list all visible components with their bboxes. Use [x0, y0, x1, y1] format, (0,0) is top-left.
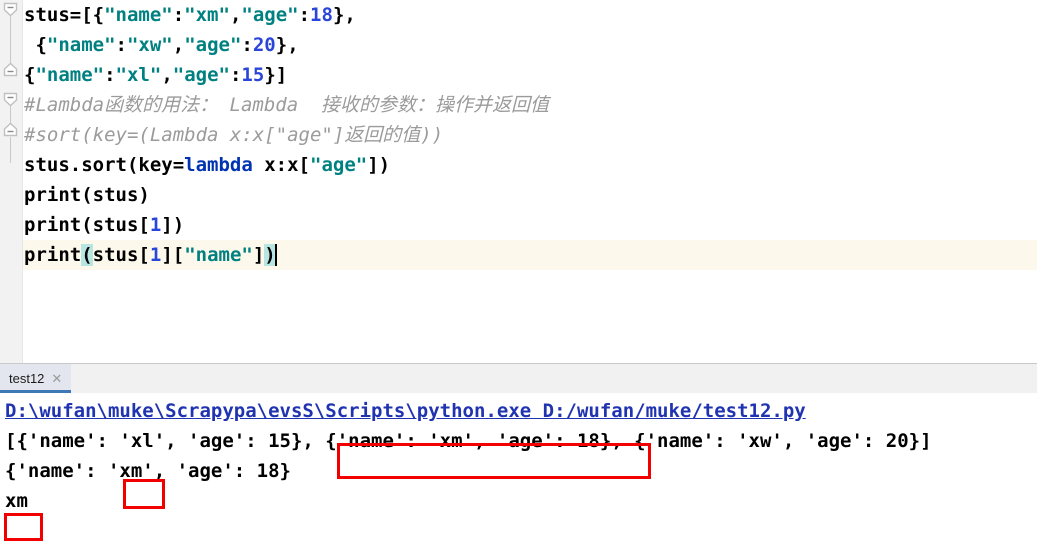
code-token: ,: [172, 34, 185, 56]
code-token: },: [275, 34, 299, 56]
code-token: :: [241, 34, 253, 56]
code-token: "name": [46, 34, 116, 56]
console-path-link[interactable]: D:\wufan\muke\Scrapypa\evsS\Scripts\pyth…: [5, 400, 806, 422]
code-token: (: [81, 244, 93, 266]
code-token: "age": [241, 4, 299, 26]
code-token: "age": [184, 34, 242, 56]
code-token: :: [115, 34, 127, 56]
code-token: #sort(key=(Lambda x:x["age"]返回的值)): [24, 124, 444, 146]
code-token: },: [332, 4, 356, 26]
line-1[interactable]: stus=[{"name":"xm","age":18},: [23, 0, 1037, 30]
code-token: 1: [149, 214, 162, 236]
code-token: x:x[: [252, 154, 310, 176]
fold-marker-end-region-2[interactable]: [3, 122, 18, 137]
code-token: stus=[{: [24, 4, 105, 26]
code-token: ,: [229, 4, 242, 26]
code-token: "name": [35, 64, 105, 86]
code-token: :: [172, 4, 185, 26]
code-token: print(stus[: [24, 214, 150, 236]
close-icon[interactable]: ✕: [51, 372, 62, 385]
console-output-name: xm: [5, 490, 28, 512]
line-7[interactable]: print(stus): [23, 180, 1037, 210]
code-token: print: [24, 244, 82, 266]
code-token: ]): [161, 214, 185, 236]
code-token: {: [24, 64, 36, 86]
console-tab-label: test12: [9, 371, 45, 386]
line-8[interactable]: print(stus[1]): [23, 210, 1037, 240]
code-lines-container[interactable]: stus=[{"name":"xm","age":18}, {"name":"x…: [0, 0, 1037, 363]
code-token: 15: [241, 64, 265, 86]
code-token: stus.sort(key=: [24, 154, 185, 176]
code-token: ,: [161, 64, 173, 86]
code-token: ]: [252, 244, 265, 266]
fold-marker-collapse-region-2[interactable]: [3, 92, 18, 107]
code-token: 18: [310, 4, 333, 26]
line-4[interactable]: #Lambda函数的用法： Lambda 接收的参数：操作并返回值: [23, 90, 1037, 120]
line-5[interactable]: #sort(key=(Lambda x:x["age"]返回的值)): [23, 120, 1037, 150]
code-token: "name": [184, 244, 253, 266]
code-token: {: [24, 34, 47, 56]
code-token: :: [298, 4, 311, 26]
code-token: #Lambda函数的用法： Lambda 接收的参数：操作并返回值: [24, 94, 550, 116]
console-tab-bar: test12 ✕: [0, 364, 1037, 394]
run-console-panel: test12 ✕ D:\wufan\muke\Scrapypa\evsS\Scr…: [0, 364, 1037, 551]
fold-marker-end-region-1[interactable]: [3, 62, 18, 77]
console-output-container[interactable]: D:\wufan\muke\Scrapypa\evsS\Scripts\pyth…: [0, 393, 1037, 551]
code-token: :: [229, 64, 242, 86]
line-2[interactable]: {"name":"xw","age":20},: [23, 30, 1037, 60]
code-editor[interactable]: stus=[{"name":"xm","age":18}, {"name":"x…: [0, 0, 1037, 363]
code-token: "name": [104, 4, 173, 26]
code-token: "xw": [126, 34, 173, 56]
line-3[interactable]: {"name":"xl","age":15}]: [23, 60, 1037, 90]
code-token: stus[: [92, 244, 150, 266]
code-token: "age": [172, 64, 230, 86]
code-token: }]: [264, 64, 288, 86]
code-token: :: [104, 64, 116, 86]
code-token: ]): [367, 154, 391, 176]
text-caret: [274, 244, 277, 266]
console-tab-test12[interactable]: test12 ✕: [0, 364, 72, 393]
code-token: "age": [310, 154, 368, 176]
code-token: 1: [149, 244, 162, 266]
line-9[interactable]: print(stus[1]["name"]): [0, 240, 1037, 270]
console-command-line: D:\wufan\muke\Scrapypa\evsS\Scripts\pyth…: [0, 396, 1037, 426]
console-output-list: [{'name': 'xl', 'age': 15}, {'name': 'xm…: [5, 430, 932, 452]
code-token: "xl": [115, 64, 162, 86]
code-token: "xm": [184, 4, 230, 26]
console-output-dict: {'name': 'xm', 'age': 18}: [5, 460, 291, 482]
fold-marker-collapse-region-1[interactable]: [3, 2, 18, 17]
editor-gutter[interactable]: [0, 0, 23, 363]
code-token: print(stus): [24, 184, 150, 206]
fold-line-tail: [10, 137, 11, 163]
line-6[interactable]: stus.sort(key=lambda x:x["age"]): [23, 150, 1037, 180]
code-token: ][: [161, 244, 185, 266]
code-token: lambda: [184, 154, 253, 176]
code-token: 20: [252, 34, 276, 56]
